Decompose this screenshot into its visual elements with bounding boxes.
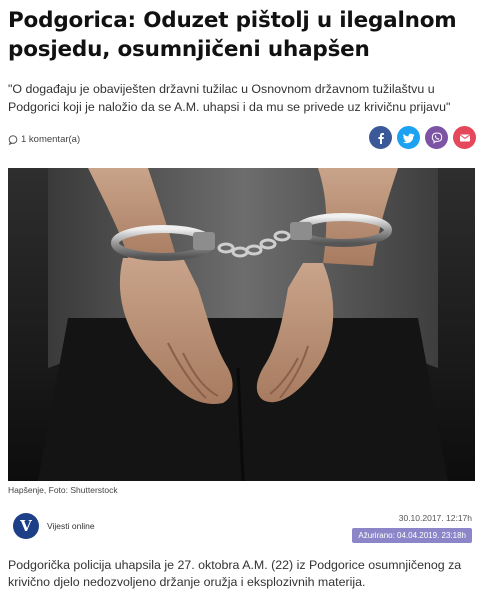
article-body: Podgorička policija uhapsila je 27. okto… xyxy=(8,558,462,589)
viber-icon xyxy=(431,131,442,144)
article-photo xyxy=(8,168,475,481)
twitter-icon xyxy=(402,133,414,143)
author-name: Vijesti online xyxy=(47,521,95,531)
author-block[interactable]: V Vijesti online xyxy=(13,513,95,539)
share-facebook-button[interactable] xyxy=(369,126,392,149)
email-icon xyxy=(459,134,470,141)
handcuffed-hands-image xyxy=(8,168,475,481)
share-viber-button[interactable] xyxy=(425,126,448,149)
vijesti-logo-icon: V xyxy=(13,513,39,539)
share-email-button[interactable] xyxy=(453,126,476,149)
publish-date: 30.10.2017. 12:17h xyxy=(398,513,472,523)
comments-link[interactable]: 1 komentar(a) xyxy=(8,134,80,145)
comment-icon xyxy=(8,134,18,145)
article-title: Podgorica: Oduzet pištolj u ilegalnom po… xyxy=(8,8,457,62)
article-meta-row: 1 komentar(a) xyxy=(8,126,476,152)
article-lead: "O događaju je obaviješten državni tužil… xyxy=(8,82,451,114)
updated-badge: Ažurirano: 04.04.2019. 23:18h xyxy=(352,528,472,543)
share-buttons xyxy=(369,126,476,149)
facebook-icon xyxy=(377,132,384,144)
author-logo-letter: V xyxy=(20,517,32,535)
photo-caption: Hapšenje, Foto: Shutterstock xyxy=(8,485,118,495)
comments-count: 1 komentar(a) xyxy=(21,134,81,145)
share-twitter-button[interactable] xyxy=(397,126,420,149)
